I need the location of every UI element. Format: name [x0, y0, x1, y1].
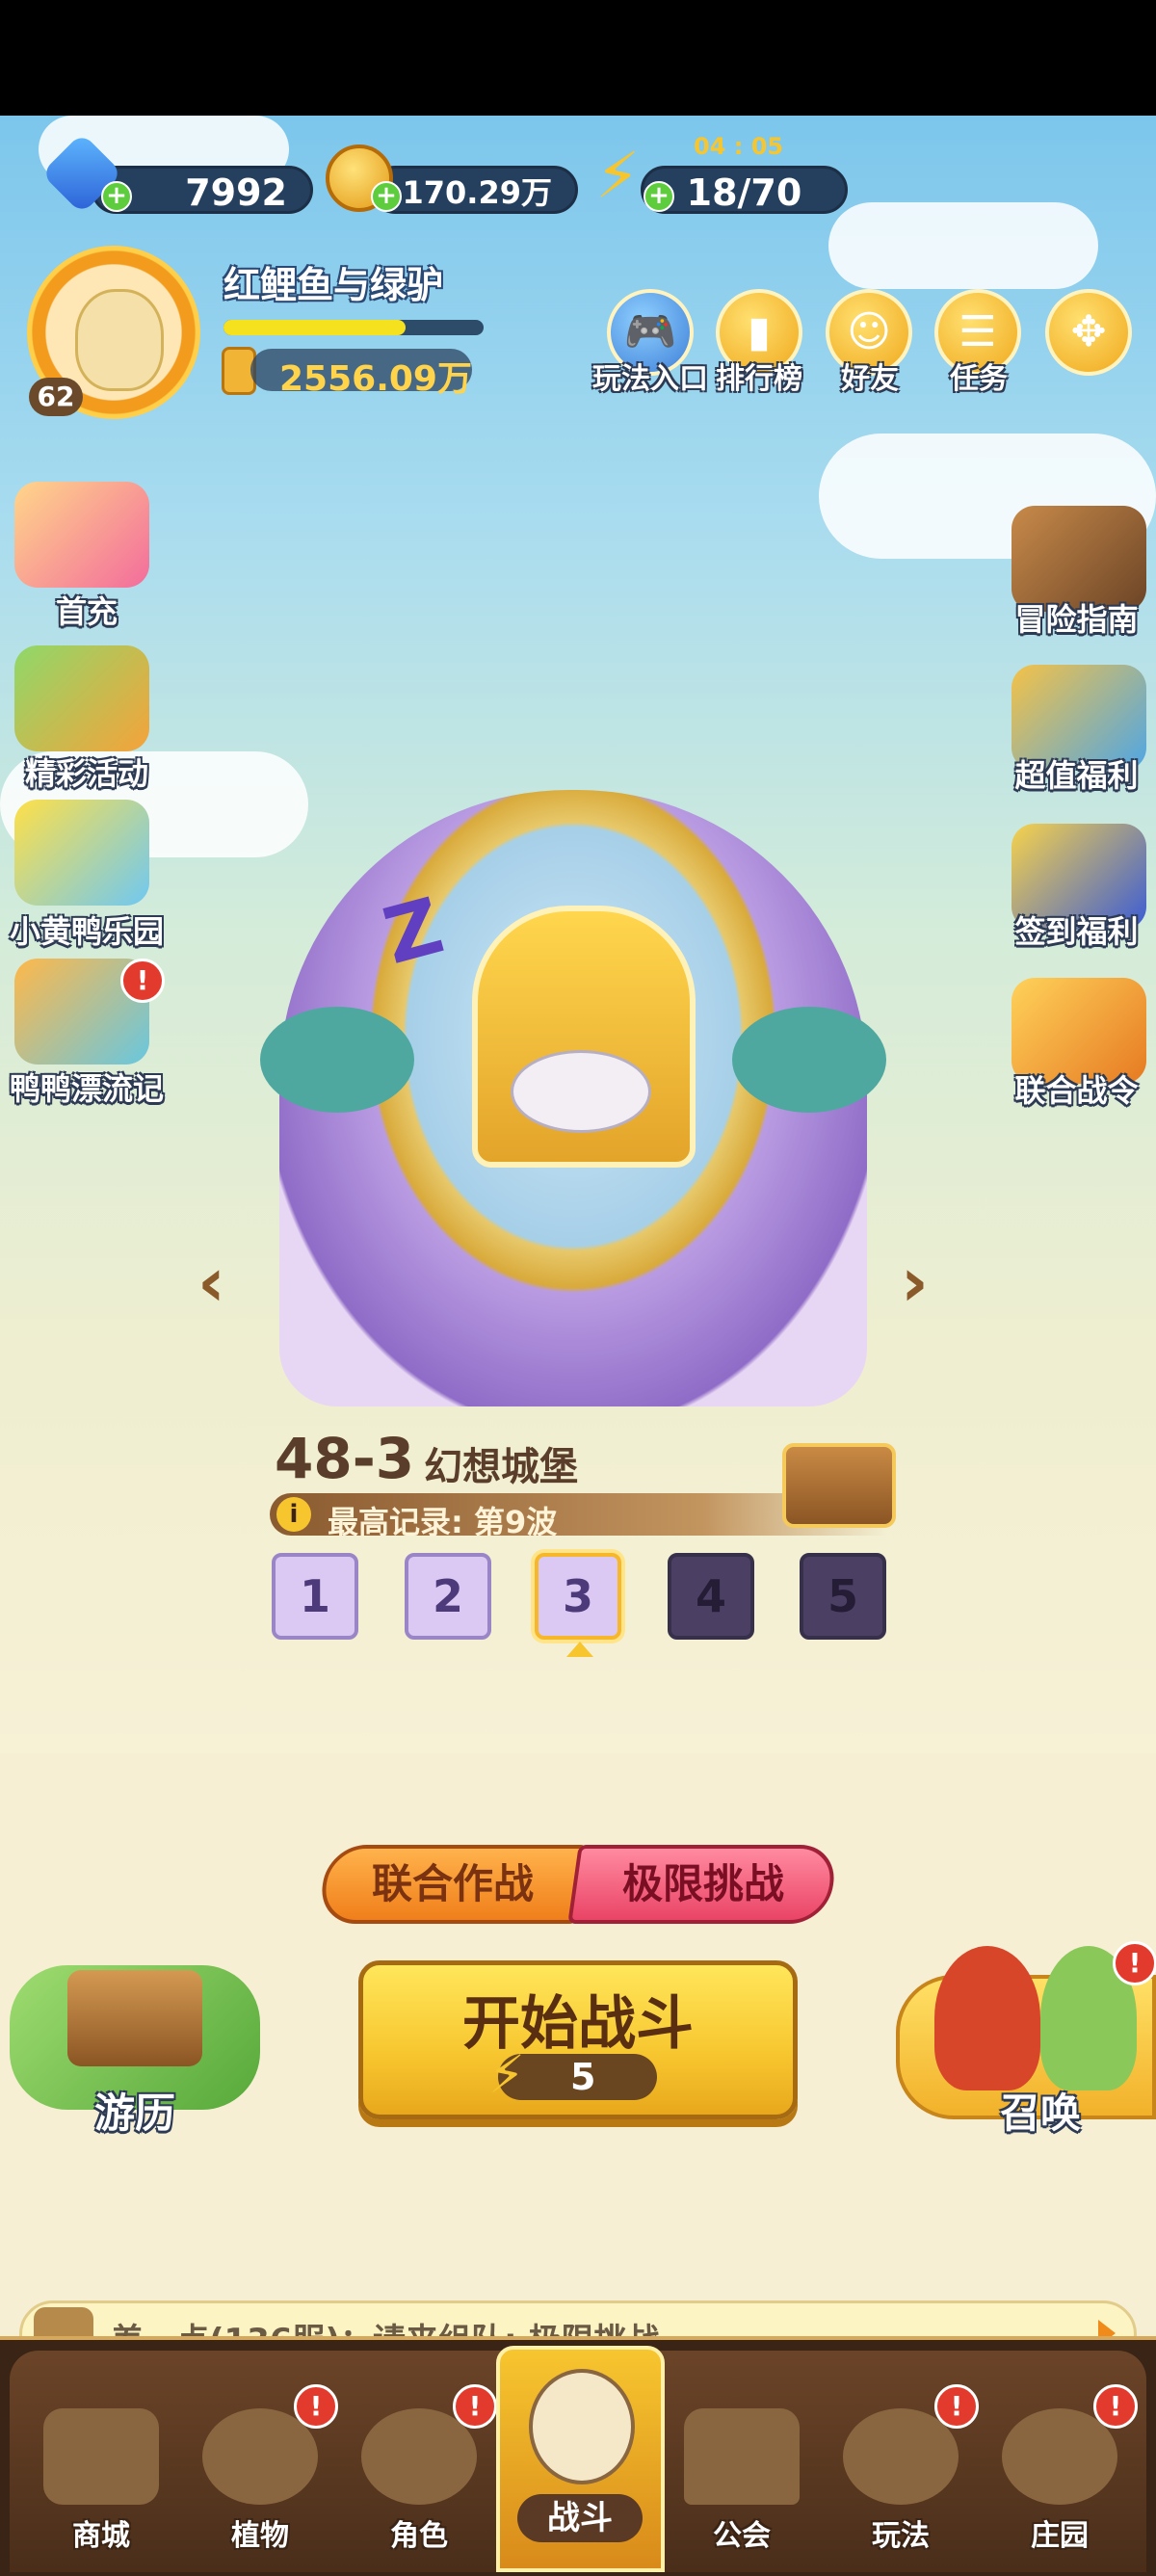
first-charge-label: 首充: [55, 593, 118, 630]
wave-5-locked[interactable]: 5: [800, 1553, 886, 1640]
coin-count: 170.29万: [402, 174, 553, 211]
alert-badge: !: [934, 2384, 979, 2429]
nav-guild-label: 公会: [713, 2519, 771, 2553]
prev-stage-arrow-icon[interactable]: ‹: [197, 1243, 225, 1322]
next-stage-arrow-icon[interactable]: ›: [901, 1243, 929, 1322]
wave-2[interactable]: 2: [405, 1553, 491, 1640]
sleeping-cat: [511, 1050, 651, 1133]
add-energy-icon[interactable]: +: [644, 181, 674, 212]
events-icon[interactable]: [14, 645, 149, 751]
guide-label: 冒险指南: [1014, 601, 1139, 638]
nav-plants-label: 植物: [231, 2519, 289, 2553]
wave-selector: 1 2 3 4 5: [270, 1553, 886, 1657]
nav-modes[interactable]: ! 玩法: [824, 2384, 979, 2553]
duck-park-label: 小黄鸭乐园: [9, 913, 164, 950]
system-status-bar: [0, 0, 1156, 116]
energy-cost: 5: [570, 2056, 596, 2098]
nav-roles-label: 角色: [390, 2519, 448, 2553]
bush-right: [732, 1007, 886, 1113]
alert-badge: !: [453, 2384, 497, 2429]
info-icon[interactable]: i: [276, 1497, 311, 1532]
wave-1[interactable]: 1: [272, 1553, 358, 1640]
player-power: 2556.09万: [279, 359, 472, 399]
energy-timer: 04 : 05: [694, 133, 784, 160]
wave-3-selected[interactable]: 3: [535, 1553, 621, 1640]
cloud: [828, 202, 1098, 289]
selected-wave-pointer: [566, 1642, 593, 1657]
travel-label: 游历: [93, 2090, 175, 2137]
stage-code: 48-3: [275, 1426, 415, 1491]
summon-character-red: [934, 1946, 1040, 2090]
bush-left: [260, 1007, 414, 1113]
leaderboard-label: 排行榜: [716, 362, 802, 396]
wave-4-locked[interactable]: 4: [668, 1553, 754, 1640]
player-level: 62: [29, 378, 83, 416]
duck-park-icon[interactable]: [14, 800, 149, 906]
nav-manor-label: 庄园: [1031, 2519, 1089, 2553]
stage-name: 幻想城堡: [424, 1445, 578, 1489]
exp-bar: [223, 320, 484, 335]
alert-badge: !: [120, 959, 165, 1003]
nav-plants[interactable]: ! 植物: [183, 2384, 338, 2553]
friends-label: 好友: [841, 362, 899, 396]
battle-pass-label: 联合战令: [1014, 1072, 1139, 1109]
player-name: 红鲤鱼与绿驴: [223, 264, 444, 306]
gem-count: 7992: [185, 171, 287, 214]
nav-guild[interactable]: 公会: [665, 2384, 819, 2553]
avatar-character: [75, 289, 164, 391]
add-coins-icon[interactable]: +: [371, 181, 402, 212]
nav-manor[interactable]: ! 庄园: [983, 2384, 1138, 2553]
duck-drift-label: 鸭鸭漂流记: [9, 1070, 164, 1107]
coop-battle-tab[interactable]: 联合作战: [317, 1845, 589, 1924]
start-battle-button[interactable]: 开始战斗 ⚡ 5: [358, 1960, 798, 2119]
lightning-icon: ⚡: [488, 2044, 525, 2105]
nav-battle-active[interactable]: 战斗: [496, 2346, 665, 2572]
nav-roles[interactable]: ! 角色: [342, 2384, 497, 2553]
first-charge-icon[interactable]: [14, 482, 149, 588]
treasure-chest-icon: [67, 1970, 202, 2066]
nav-battle-label: 战斗: [517, 2494, 643, 2542]
nav-shop[interactable]: 商城: [24, 2384, 178, 2553]
treasure-chest-icon[interactable]: [782, 1443, 896, 1528]
windmill-icon: [529, 2369, 635, 2484]
mode-entry-label: 玩法入口: [592, 362, 708, 396]
alert-badge: !: [1093, 2384, 1138, 2429]
nav-modes-label: 玩法: [872, 2519, 930, 2553]
add-gems-icon[interactable]: +: [101, 181, 132, 212]
best-record: 最高记录: 第9波: [328, 1504, 558, 1540]
guild-castle-icon: [684, 2408, 800, 2505]
exp-bar-fill: [223, 320, 406, 335]
extreme-challenge-label: 极限挑战: [621, 1860, 784, 1907]
alert-badge: !: [1113, 1941, 1156, 1985]
extreme-challenge-tab[interactable]: 极限挑战: [567, 1845, 839, 1924]
energy-count: 18/70: [686, 171, 802, 214]
shop-icon: [43, 2408, 159, 2505]
nav-shop-label: 商城: [72, 2519, 130, 2553]
signin-welfare-label: 签到福利: [1014, 913, 1139, 950]
more-menu-icon[interactable]: ✥: [1045, 289, 1132, 376]
lightning-icon: ⚡: [595, 139, 641, 213]
coin-counter[interactable]: 170.29万: [371, 166, 578, 214]
events-label: 精彩活动: [24, 755, 148, 792]
value-welfare-label: 超值福利: [1014, 757, 1139, 794]
alert-badge: !: [294, 2384, 338, 2429]
start-battle-label: 开始战斗: [462, 1990, 694, 2058]
tasks-label: 任务: [950, 362, 1008, 396]
summon-label: 召唤: [999, 2090, 1081, 2137]
coop-battle-label: 联合作战: [371, 1860, 534, 1907]
